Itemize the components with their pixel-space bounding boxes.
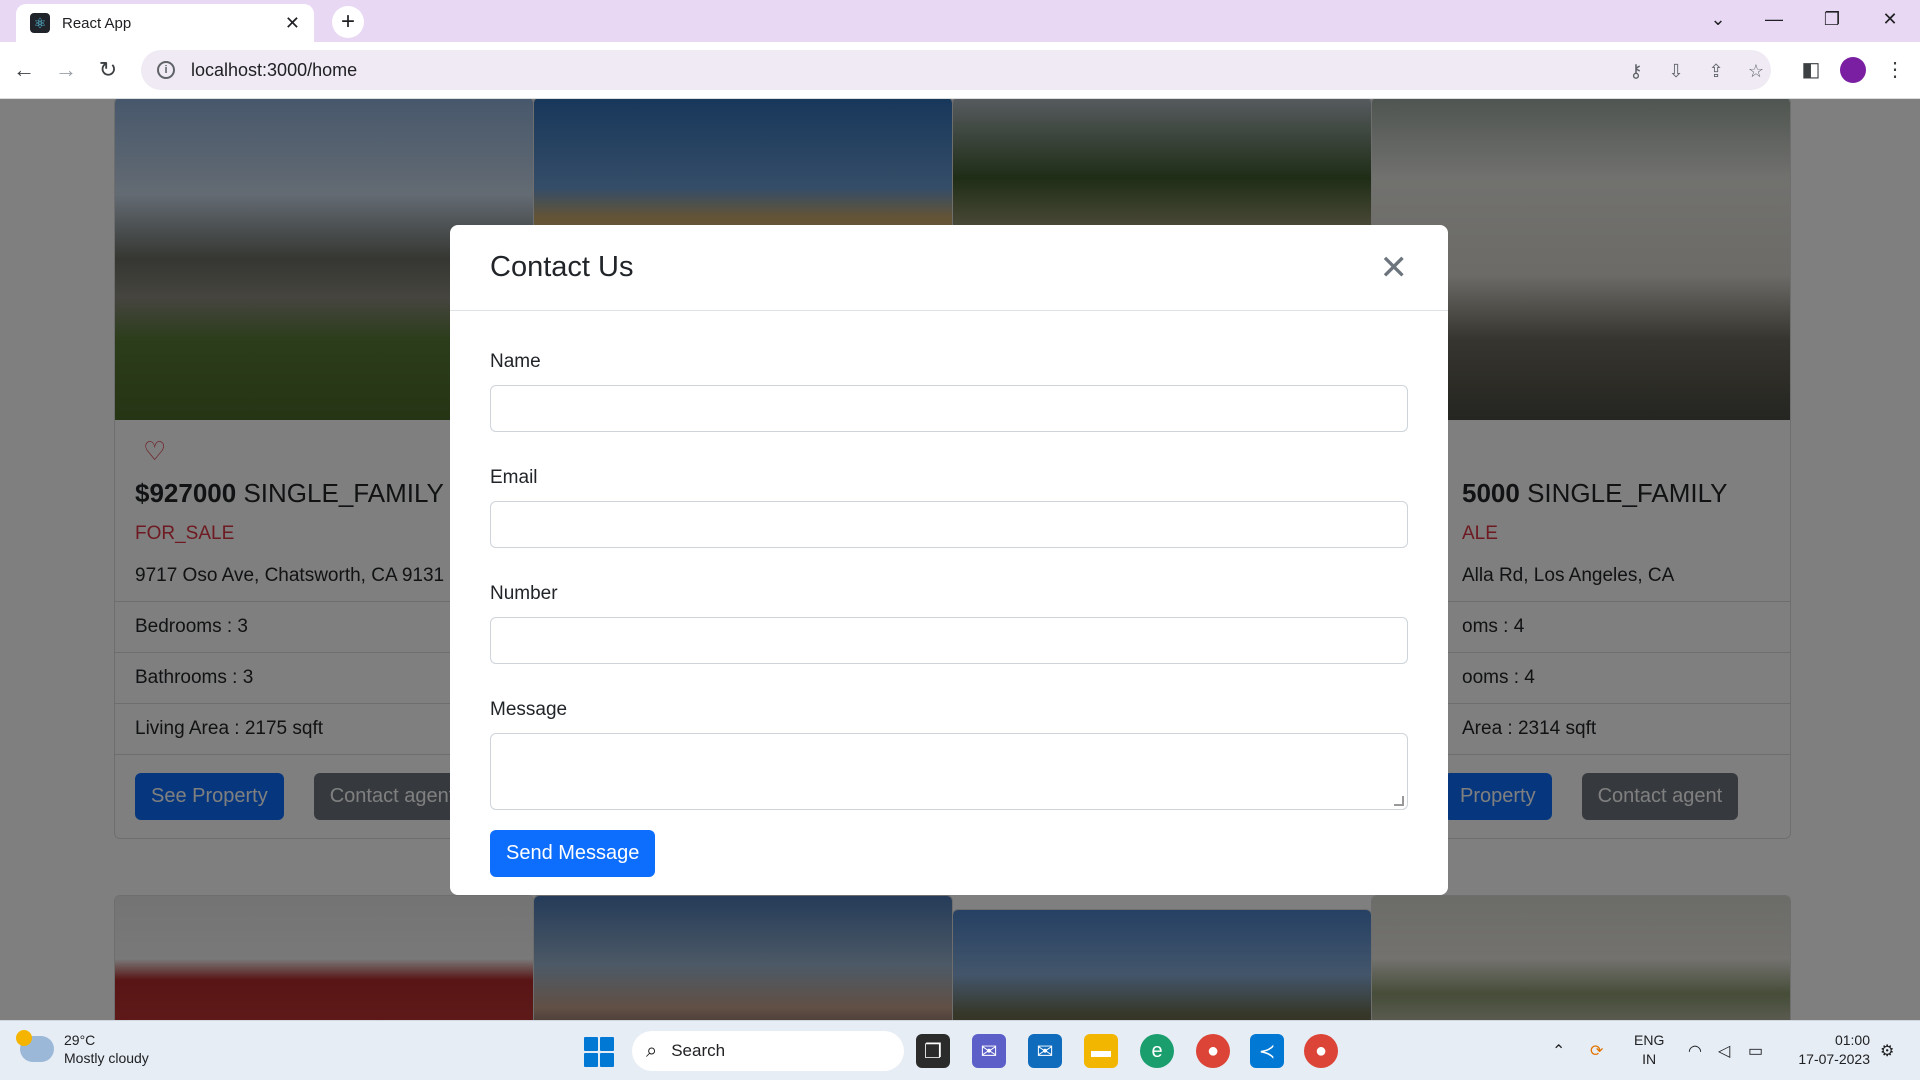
sync-icon[interactable]: ⟳ bbox=[1590, 1041, 1603, 1061]
contact-modal: Contact Us ✕ Name Email Number Message S… bbox=[450, 225, 1448, 895]
react-favicon-icon: ⚛ bbox=[30, 13, 50, 33]
modal-title: Contact Us bbox=[490, 251, 634, 283]
message-label: Message bbox=[490, 699, 568, 720]
battery-icon[interactable]: ▭ bbox=[1748, 1041, 1763, 1061]
weather-description: Mostly cloudy bbox=[64, 1050, 149, 1066]
name-input[interactable] bbox=[490, 385, 1408, 432]
minimize-button[interactable]: — bbox=[1746, 0, 1802, 38]
back-icon[interactable]: ← bbox=[8, 54, 40, 86]
number-label: Number bbox=[490, 583, 558, 604]
close-window-button[interactable]: ✕ bbox=[1862, 0, 1918, 38]
restore-button[interactable]: ❐ bbox=[1804, 0, 1860, 38]
search-icon: ⌕ bbox=[646, 1039, 658, 1062]
install-icon[interactable]: ⇩ bbox=[1665, 60, 1687, 82]
tab-title: React App bbox=[62, 14, 132, 32]
url-text: localhost:3000/home bbox=[191, 59, 358, 80]
browser-tab-strip: ⚛ React App ✕ + ⌄ — ❐ ✕ bbox=[0, 0, 1920, 42]
notification-icon[interactable]: ⚙ bbox=[1880, 1041, 1894, 1061]
search-label: Search bbox=[671, 1041, 726, 1060]
message-textarea[interactable] bbox=[490, 733, 1408, 810]
email-input[interactable] bbox=[490, 501, 1408, 548]
site-info-icon[interactable]: i bbox=[157, 61, 175, 79]
system-clock[interactable]: 01:00 17-07-2023 bbox=[1786, 1031, 1870, 1069]
mail-icon[interactable]: ✉ bbox=[1028, 1034, 1062, 1068]
number-input[interactable] bbox=[490, 617, 1408, 664]
language-indicator[interactable]: ENG IN bbox=[1634, 1031, 1664, 1069]
region-code: IN bbox=[1642, 1051, 1657, 1067]
address-bar[interactable]: i localhost:3000/home ⚷ ⇩ ⇪ ☆ bbox=[141, 50, 1771, 90]
chrome-profile-icon[interactable]: ● bbox=[1304, 1034, 1338, 1068]
browser-tab[interactable]: ⚛ React App ✕ bbox=[16, 4, 314, 42]
clock-time: 01:00 bbox=[1834, 1032, 1870, 1048]
language-code: ENG bbox=[1634, 1032, 1665, 1048]
weather-widget[interactable]: 29°C Mostly cloudy bbox=[16, 1030, 149, 1067]
side-panel-icon[interactable]: ◧ bbox=[1798, 56, 1824, 82]
key-icon[interactable]: ⚷ bbox=[1625, 60, 1647, 82]
forward-icon[interactable]: → bbox=[50, 54, 82, 86]
task-view-icon[interactable]: ❐ bbox=[916, 1034, 950, 1068]
profile-avatar[interactable] bbox=[1840, 57, 1866, 83]
wifi-icon[interactable]: ◠ bbox=[1688, 1041, 1702, 1061]
bookmark-star-icon[interactable]: ☆ bbox=[1745, 60, 1767, 82]
share-icon[interactable]: ⇪ bbox=[1705, 60, 1727, 82]
taskbar-search[interactable]: ⌕ Search bbox=[632, 1031, 904, 1071]
teams-chat-icon[interactable]: ✉ bbox=[972, 1034, 1006, 1068]
reload-icon[interactable]: ↻ bbox=[92, 54, 124, 86]
windows-start-icon[interactable] bbox=[584, 1037, 614, 1067]
chrome-icon[interactable]: ● bbox=[1196, 1034, 1230, 1068]
email-label: Email bbox=[490, 467, 538, 488]
clock-date: 17-07-2023 bbox=[1798, 1051, 1870, 1067]
send-message-button[interactable]: Send Message bbox=[490, 830, 656, 877]
file-explorer-icon[interactable]: ▬ bbox=[1084, 1034, 1118, 1068]
volume-icon[interactable]: ◁ bbox=[1718, 1041, 1730, 1061]
menu-kebab-icon[interactable]: ⋮ bbox=[1882, 56, 1908, 82]
close-icon[interactable]: ✕ bbox=[1380, 251, 1409, 285]
edge-browser-icon[interactable]: e bbox=[1140, 1034, 1174, 1068]
new-tab-button[interactable]: + bbox=[332, 6, 364, 38]
vscode-icon[interactable]: ≺ bbox=[1250, 1034, 1284, 1068]
temperature: 29°C bbox=[64, 1032, 96, 1048]
weather-cloud-icon bbox=[16, 1030, 54, 1062]
name-label: Name bbox=[490, 351, 541, 372]
taskbar: 29°C Mostly cloudy ⌕ Search ❐ ✉ ✉ ▬ e ● … bbox=[0, 1020, 1920, 1080]
browser-toolbar: ← → ↻ i localhost:3000/home ⚷ ⇩ ⇪ ☆ ◧ ⋮ bbox=[0, 42, 1920, 99]
page-content: ♡ $927000 SINGLE_FAMILY FOR_SALE 9717 Os… bbox=[0, 99, 1920, 1020]
show-hidden-icons-icon[interactable]: ⌃ bbox=[1552, 1041, 1565, 1061]
tab-search-icon[interactable]: ⌄ bbox=[1690, 0, 1746, 38]
tab-close-icon[interactable]: ✕ bbox=[285, 13, 300, 34]
